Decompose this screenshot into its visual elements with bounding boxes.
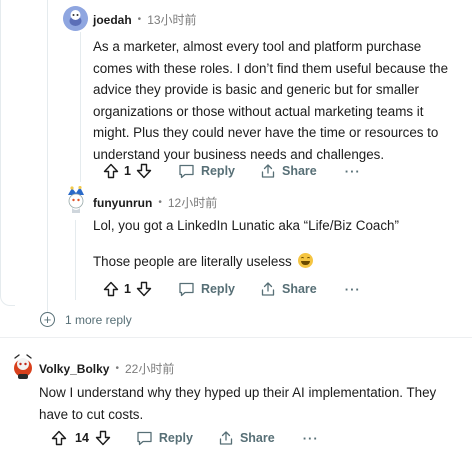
comment-paragraph: Lol, you got a LinkedIn Lunatic aka “Lif…	[93, 218, 399, 233]
downvote-button[interactable]	[136, 163, 152, 179]
comment-text: As a marketer, almost every tool and pla…	[93, 39, 449, 162]
timestamp[interactable]: 13小时前	[147, 11, 196, 28]
comment-actions: 14 Reply Share ···	[51, 426, 319, 450]
upvote-arrow-icon	[51, 430, 67, 446]
upvote-arrow-icon	[103, 281, 119, 297]
upvote-button[interactable]	[103, 281, 119, 297]
comment-body: Now I understand why they hyped up their…	[39, 382, 464, 425]
share-button[interactable]: Share	[260, 163, 317, 179]
share-icon	[219, 431, 233, 445]
avatar-snoo-icon	[14, 354, 32, 379]
share-button[interactable]: Share	[260, 281, 317, 297]
share-button[interactable]: Share	[218, 430, 275, 446]
more-options-button[interactable]: ···	[345, 164, 361, 179]
comment-actions: 1 Reply Share ···	[103, 159, 361, 183]
plus-circle-icon: +	[40, 312, 55, 327]
speech-bubble-icon	[179, 282, 194, 297]
downvote-arrow-icon	[136, 281, 152, 297]
downvote-button[interactable]	[136, 281, 152, 297]
separator-dot: •	[137, 14, 142, 25]
comment-actions: 1 Reply Share ···	[103, 277, 361, 301]
comment-body: Lol, you got a LinkedIn Lunatic aka “Lif…	[93, 215, 463, 272]
vote-count: 1	[124, 164, 131, 178]
username[interactable]: Volky_Bolky	[39, 362, 109, 376]
downvote-arrow-icon	[95, 430, 111, 446]
timestamp[interactable]: 12小时前	[168, 194, 217, 211]
speech-bubble-icon	[137, 431, 152, 446]
separator-dot: •	[115, 363, 119, 374]
more-replies-button[interactable]: + 1 more reply	[40, 312, 132, 327]
comment-meta: funyunrun • 12小时前	[93, 194, 217, 211]
reply-label: Reply	[200, 164, 235, 178]
reply-button[interactable]: Reply	[136, 430, 193, 446]
timestamp[interactable]: 22小时前	[125, 360, 174, 377]
divider	[0, 337, 472, 338]
thread-line-nested-2[interactable]	[75, 220, 76, 300]
comment-thread: joedah • 13小时前 As a marketer, almost eve…	[0, 0, 472, 455]
comment-paragraph-text: Those people are literally useless	[93, 253, 292, 269]
reply-label: Reply	[158, 431, 193, 445]
reply-button[interactable]: Reply	[178, 163, 235, 179]
more-replies-label: 1 more reply	[65, 312, 132, 327]
share-label: Share	[239, 431, 275, 445]
upvote-button[interactable]	[103, 163, 119, 179]
comment-meta: Volky_Bolky • 22小时前	[39, 360, 174, 377]
upvote-button[interactable]	[51, 430, 67, 446]
avatar-snoo-icon	[63, 6, 88, 31]
more-options-button[interactable]: ···	[303, 431, 319, 446]
avatar[interactable]	[63, 6, 88, 31]
username[interactable]: joedah	[93, 13, 132, 27]
username[interactable]: funyunrun	[93, 196, 152, 210]
thread-connector	[0, 0, 15, 306]
upvote-arrow-icon	[103, 163, 119, 179]
downvote-arrow-icon	[136, 163, 152, 179]
comment-body: As a marketer, almost every tool and pla…	[93, 36, 463, 165]
reply-label: Reply	[200, 282, 235, 296]
share-icon	[261, 164, 275, 178]
thread-line[interactable]	[47, 0, 48, 312]
avatar[interactable]	[63, 185, 89, 214]
reply-button[interactable]: Reply	[178, 281, 235, 297]
separator-dot: •	[158, 197, 162, 208]
speech-bubble-icon	[179, 164, 194, 179]
comment-text: Now I understand why they hyped up their…	[39, 385, 437, 422]
share-label: Share	[282, 164, 317, 178]
downvote-button[interactable]	[95, 430, 111, 446]
vote-count: 14	[75, 431, 89, 445]
grinning-emoji-icon	[298, 252, 314, 268]
share-icon	[261, 282, 275, 296]
comment-paragraph: Those people are literally useless	[93, 251, 463, 273]
vote-count: 1	[124, 282, 131, 296]
avatar[interactable]	[9, 352, 37, 380]
share-label: Share	[282, 282, 317, 296]
comment-meta: joedah • 13小时前	[93, 11, 197, 28]
avatar-jester-icon	[68, 185, 84, 213]
thread-line-nested[interactable]	[80, 32, 81, 182]
more-options-button[interactable]: ···	[345, 282, 361, 297]
